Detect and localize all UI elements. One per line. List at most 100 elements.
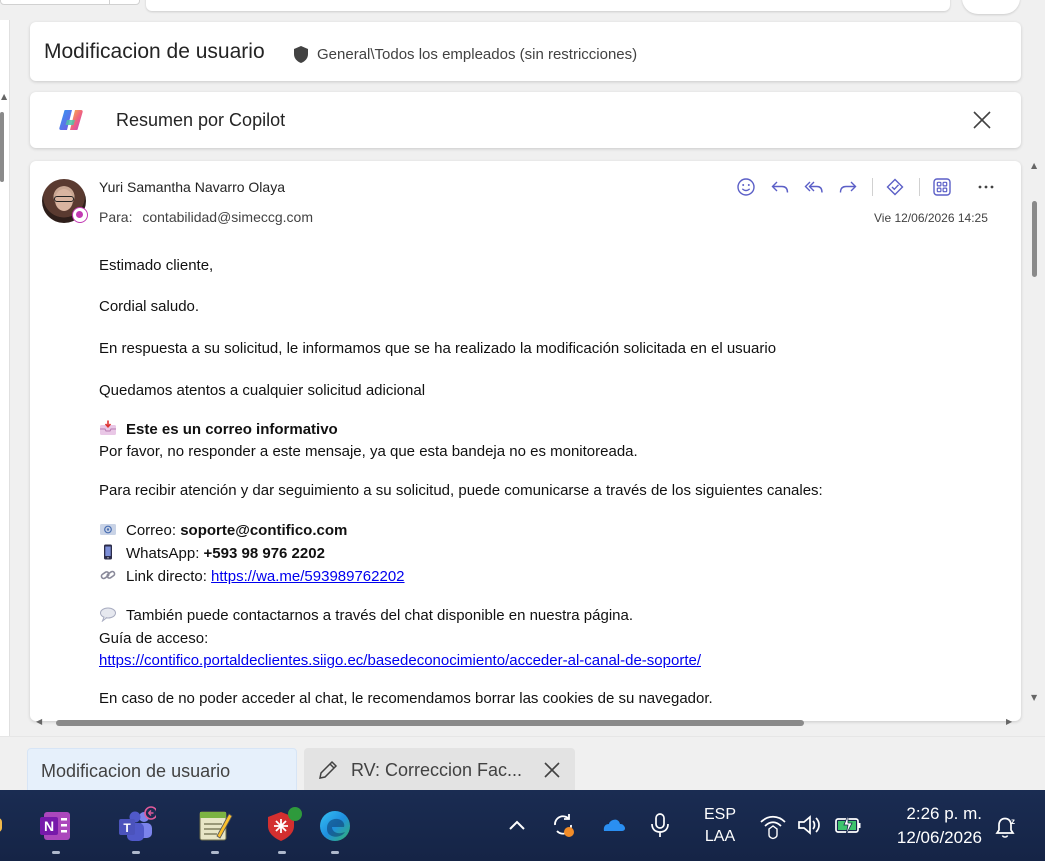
input-language[interactable]: ESP LAA	[700, 804, 740, 848]
channels-intro: Para recibir atención y dar seguimiento …	[99, 482, 823, 499]
chat-text: También puede contactarnos a través del …	[126, 607, 634, 624]
tab-label: Modificacion de usuario	[41, 761, 231, 781]
battery-charging-icon[interactable]	[833, 810, 863, 840]
body-line-2: Quedamos atentos a cualquier solicitud a…	[99, 382, 426, 399]
support-email[interactable]: soporte@contifico.com	[180, 522, 347, 539]
reply-all-button[interactable]	[802, 175, 826, 199]
copilot-summary-card[interactable]: Resumen por Copilot	[30, 92, 1021, 148]
scroll-down-arrow-icon[interactable]: ▼	[1031, 693, 1037, 702]
email-icon	[100, 524, 116, 535]
onenote-icon[interactable]: N	[36, 806, 76, 854]
windows-taskbar: N T ESP LAA 2:26 p. m. 12/06/2026 z	[0, 790, 1045, 861]
top-right-button-remnant[interactable]	[962, 0, 1020, 14]
reply-button[interactable]	[768, 175, 792, 199]
apps-button[interactable]	[930, 175, 954, 199]
message-actions	[734, 175, 1008, 199]
volume-icon[interactable]	[795, 810, 825, 840]
edge-icon[interactable]	[315, 806, 355, 854]
salutation: Cordial saludo.	[99, 298, 200, 315]
mobile-phone-icon	[104, 544, 112, 560]
close-icon[interactable]	[970, 108, 994, 132]
keyboard-layout: LAA	[704, 828, 736, 845]
email-label: Correo:	[126, 522, 177, 539]
clock-time: 2:26 p. m.	[906, 804, 982, 823]
presence-badge-icon	[72, 207, 88, 223]
info-text: Por favor, no responder a este mensaje, …	[99, 443, 638, 460]
received-date: Vie 12/06/2026 14:25	[874, 211, 988, 225]
inbox-tray-icon	[100, 420, 116, 435]
tab-label: RV: Correccion Fac...	[351, 760, 523, 780]
scroll-right-arrow-icon[interactable]: ▶	[1006, 717, 1012, 726]
recipients-line: Para: contabilidad@simeccg.com	[99, 209, 313, 225]
chat-line: También puede contactarnos a través del …	[99, 605, 633, 627]
reading-pane-vertical-scrollbar[interactable]: ▲ ▼	[1026, 161, 1042, 709]
language-code: ESP	[703, 806, 736, 823]
share-to-teams-button[interactable]	[883, 175, 907, 199]
top-remnants	[0, 0, 1045, 14]
horizontal-scroll-thumb[interactable]	[56, 720, 804, 726]
link-icon	[100, 570, 116, 580]
pencil-icon	[319, 760, 338, 779]
svg-text:z: z	[1011, 817, 1015, 826]
tab-draft-rv-correccion[interactable]: RV: Correccion Fac...	[304, 748, 575, 792]
sender-name[interactable]: Yuri Samantha Navarro Olaya	[99, 179, 285, 195]
greeting: Estimado cliente,	[99, 257, 214, 274]
action-separator	[872, 178, 873, 196]
whatsapp-number: +593 98 976 2202	[203, 545, 325, 562]
scroll-left-arrow-icon[interactable]: ◀	[36, 717, 42, 726]
shield-icon	[294, 46, 308, 63]
vertical-scroll-thumb[interactable]	[1032, 201, 1037, 277]
notepad-icon[interactable]	[195, 806, 235, 854]
email-channel: Correo: soporte@contifico.com	[99, 520, 347, 542]
scroll-up-arrow-icon[interactable]: ▲	[1031, 161, 1037, 170]
whatsapp-link[interactable]: https://wa.me/593989762202	[211, 568, 404, 585]
sync-icon[interactable]	[548, 810, 578, 840]
notification-bell-icon[interactable]: z	[990, 812, 1020, 842]
smiley-icon	[737, 178, 755, 196]
teams-icon[interactable]: T	[116, 806, 158, 854]
cookies-text: En caso de no poder acceder al chat, le …	[99, 690, 713, 707]
partial-app-icon[interactable]	[0, 818, 2, 832]
svg-text:N: N	[44, 818, 54, 834]
command-bar-remnant	[146, 0, 950, 11]
reply-icon	[771, 181, 789, 193]
tab-modificacion-de-usuario[interactable]: Modificacion de usuario	[27, 748, 297, 792]
to-label: Para:	[99, 209, 133, 225]
emoji-react-button[interactable]	[734, 175, 758, 199]
message-reading-pane: Yuri Samantha Navarro Olaya Para: contab…	[30, 161, 1021, 721]
reply-all-icon	[804, 181, 823, 193]
clock-date: 12/06/2026	[896, 828, 982, 847]
teams-share-icon	[886, 178, 904, 196]
wifi-secured-icon[interactable]	[758, 810, 788, 840]
folder-pane-scrollbar[interactable]: ▲	[0, 20, 10, 736]
open-items-tab-bar: Modificacion de usuario RV: Correccion F…	[0, 736, 1045, 792]
vpn-icon[interactable]	[262, 806, 302, 854]
sensitivity-label[interactable]: General\Todos los empleados (sin restric…	[317, 46, 637, 63]
apps-grid-icon	[933, 178, 951, 196]
body-line-1: En respuesta a su solicitud, le informam…	[99, 340, 777, 357]
scroll-thumb[interactable]	[0, 112, 4, 182]
reading-pane-horizontal-scrollbar[interactable]: ◀ ▶	[30, 714, 1020, 732]
whatsapp-label: WhatsApp:	[126, 545, 200, 562]
subject-card: Modificacion de usuario General\Todos lo…	[30, 22, 1021, 81]
search-box-remnant[interactable]	[0, 0, 140, 5]
close-icon[interactable]	[542, 760, 562, 780]
action-separator	[919, 178, 920, 196]
copilot-icon	[59, 110, 83, 130]
more-actions-button[interactable]	[974, 175, 998, 199]
direct-link-label: Link directo:	[126, 568, 207, 585]
copilot-summary-label[interactable]: Resumen por Copilot	[116, 110, 285, 131]
microphone-icon[interactable]	[645, 810, 675, 840]
scroll-up-arrow-icon[interactable]: ▲	[1, 92, 7, 101]
recipient-address[interactable]: contabilidad@simeccg.com	[142, 209, 313, 225]
onedrive-icon[interactable]	[598, 810, 628, 840]
info-heading-line: Este es un correo informativo	[99, 419, 338, 441]
guide-line: https://contifico.portaldeclientes.siigo…	[99, 650, 701, 672]
guide-label: Guía de acceso:	[99, 630, 209, 647]
chevron-up-icon[interactable]	[502, 810, 532, 840]
subject-title: Modificacion de usuario	[44, 40, 265, 63]
forward-button[interactable]	[836, 175, 860, 199]
system-clock[interactable]: 2:26 p. m. 12/06/2026	[882, 802, 982, 850]
more-icon	[978, 185, 994, 189]
guide-link[interactable]: https://contifico.portaldeclientes.siigo…	[99, 652, 701, 669]
